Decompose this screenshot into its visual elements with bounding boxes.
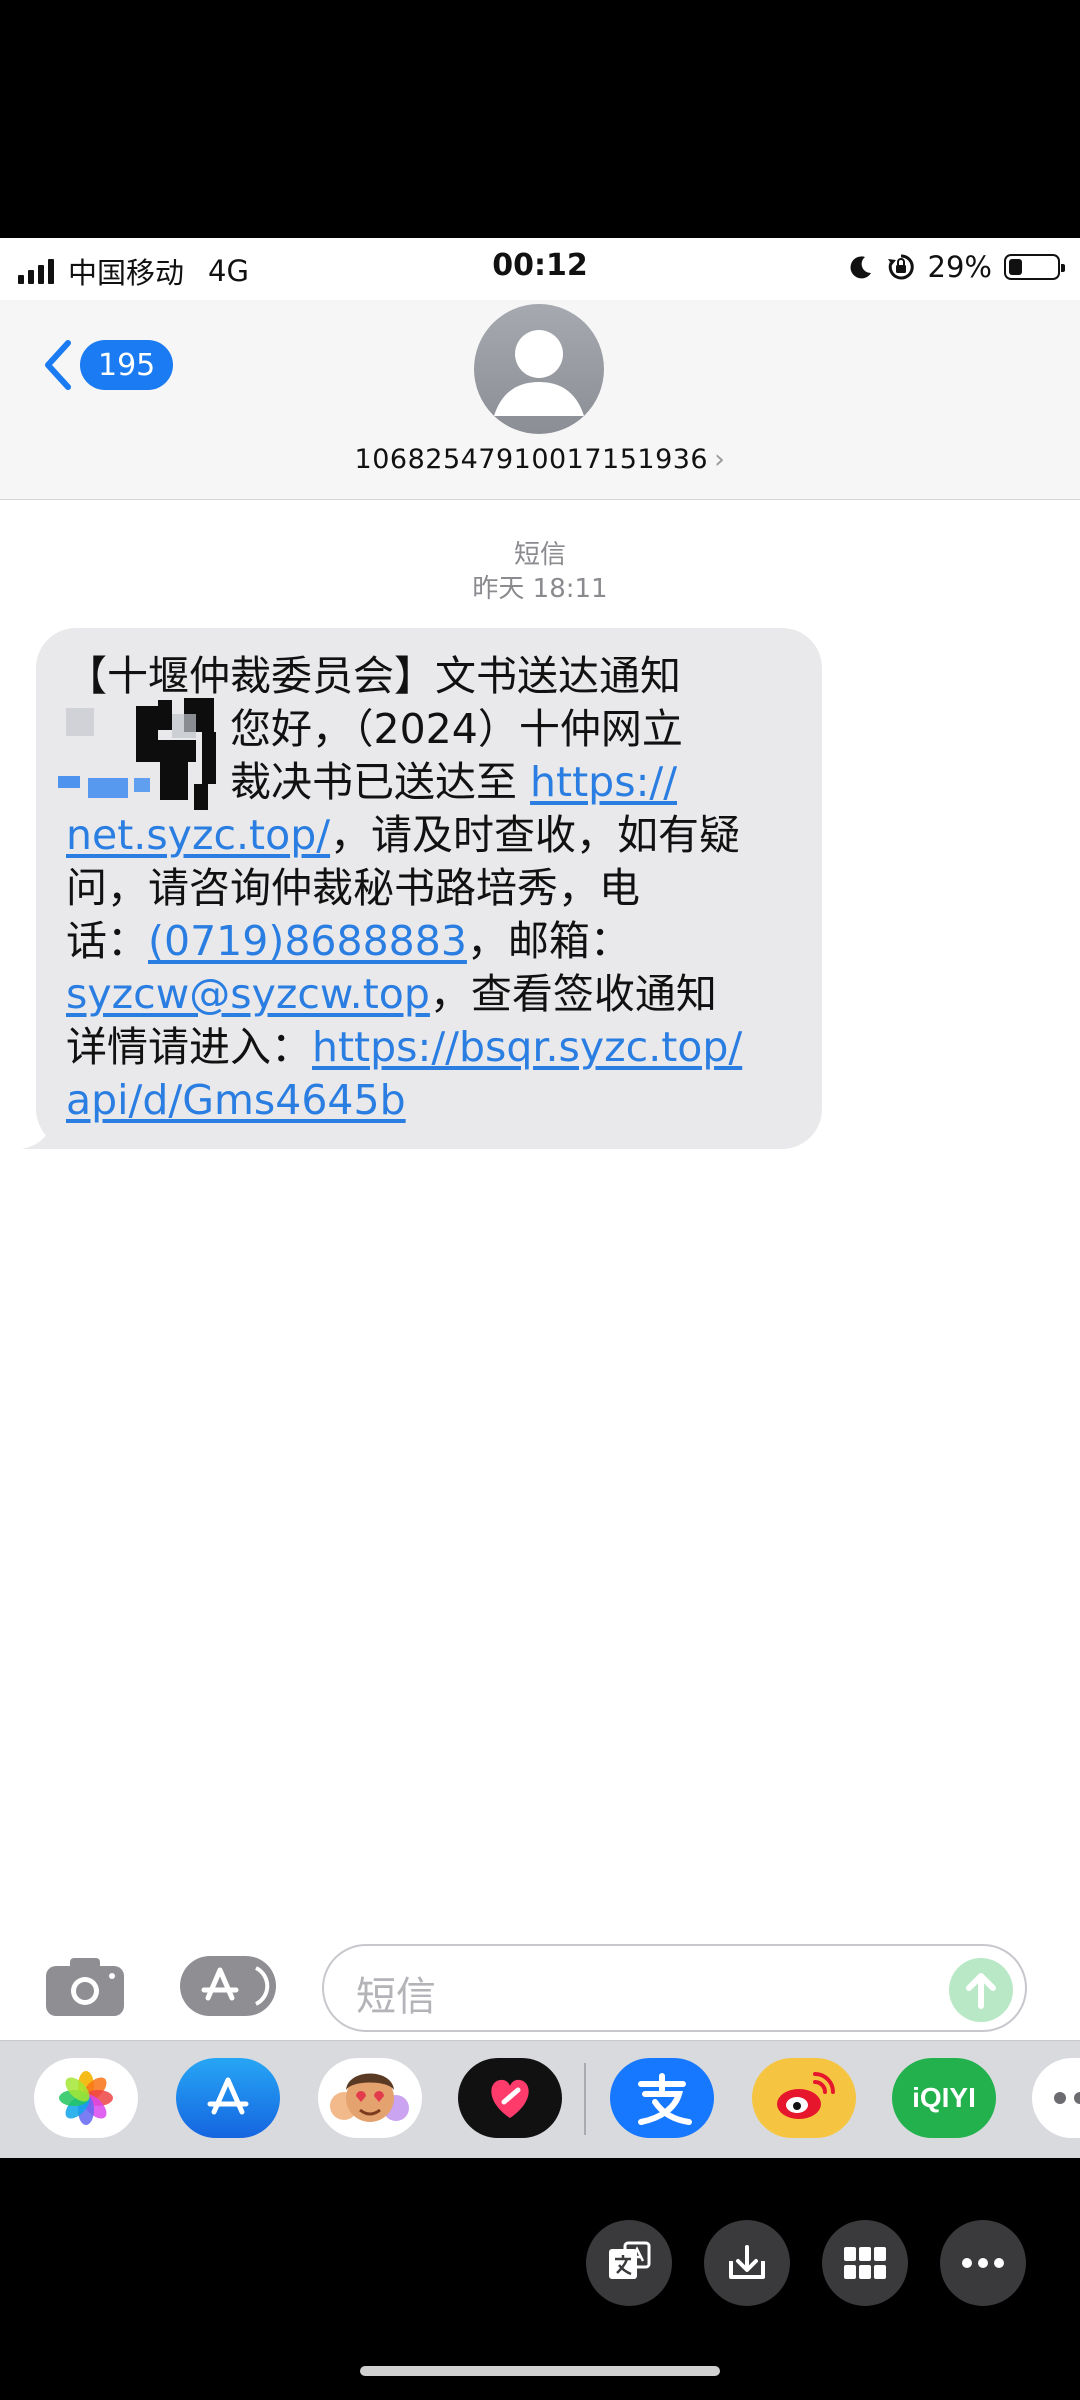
app-store-icon (207, 2077, 249, 2115)
iqiyi-logo: iQIYI (912, 2082, 976, 2113)
message-text: ，查看签收通知 (429, 970, 717, 1018)
chevron-left-icon (45, 340, 71, 390)
arrow-up-icon (966, 1973, 996, 2009)
weibo-icon (777, 2072, 835, 2119)
iqiyi-app[interactable]: iQIYI (892, 2058, 996, 2138)
message-text: 裁决书已送达至 (230, 758, 531, 806)
download-button[interactable] (704, 2220, 790, 2306)
digital-touch-app[interactable] (458, 2058, 562, 2138)
message-text: ，邮箱： (466, 917, 631, 965)
drawer-divider (584, 2063, 586, 2135)
compose-bar: 短信 (0, 1938, 1080, 2048)
conversation-header: 195 10682547910017151936 › (0, 300, 1080, 500)
top-black-area (0, 0, 1080, 238)
grid-icon (844, 2247, 886, 2279)
camera-icon (46, 1958, 124, 2016)
status-bar: 中国移动 4G 00:12 29% (0, 238, 1080, 300)
chevron-right-icon: › (714, 444, 726, 475)
alipay-app[interactable] (610, 2058, 714, 2138)
message-line-7: syzcw@syzcw.top，查看签收通知 (66, 968, 792, 1021)
battery-icon (1004, 254, 1065, 280)
weibo-app[interactable] (752, 2058, 856, 2138)
app-store-icon (201, 1966, 270, 2006)
message-timestamp: 昨天 18:11 (472, 574, 608, 604)
app-drawer: iQIYI (0, 2040, 1080, 2158)
more-icon (1054, 2092, 1080, 2104)
message-link[interactable]: net.syzc.top/ (66, 811, 330, 859)
app-store-app[interactable] (176, 2058, 280, 2138)
digital-touch-icon (491, 2079, 529, 2118)
apps-button[interactable] (180, 1956, 276, 2016)
message-text: 详情请进入： (66, 1023, 312, 1071)
message-line-6: 话：(0719)8688883，邮箱： (66, 915, 792, 968)
avatar[interactable] (474, 304, 604, 434)
message-input[interactable]: 短信 (322, 1944, 1027, 2032)
translate-button[interactable] (586, 2220, 672, 2306)
ellipsis-icon (962, 2258, 1004, 2268)
message-link[interactable]: api/d/Gms4645b (66, 1076, 406, 1124)
translate-icon (609, 2241, 651, 2279)
message-line-9: api/d/Gms4645b (66, 1074, 792, 1127)
message-bubble[interactable]: 【十堰仲裁委员会】文书送达通知 您好，（2024）十仲网立 裁决书已送达至 ht… (22, 628, 822, 1149)
message-line-8: 详情请进入：https://bsqr.syzc.top/ (66, 1021, 792, 1074)
phone-screen: 中国移动 4G 00:12 29% 195 106825479100171519… (0, 238, 1080, 2158)
rotation-lock-icon (887, 254, 914, 280)
message-text: 话： (66, 917, 148, 965)
download-icon (729, 2245, 765, 2279)
email-link[interactable]: syzcw@syzcw.top (66, 970, 430, 1018)
photos-icon (59, 2071, 113, 2125)
contact-number-text: 10682547910017151936 (354, 444, 709, 475)
grid-button[interactable] (822, 2220, 908, 2306)
camera-button[interactable] (46, 1956, 124, 2016)
phone-link[interactable]: (0719)8688883 (148, 917, 467, 965)
photos-app[interactable] (34, 2058, 138, 2138)
contact-number[interactable]: 10682547910017151936 › (0, 444, 1080, 475)
home-indicator[interactable] (360, 2366, 720, 2376)
message-line-1: 【十堰仲裁委员会】文书送达通知 (66, 652, 681, 700)
more-options-button[interactable] (940, 2220, 1026, 2306)
memoji-icon (330, 2073, 409, 2122)
message-link[interactable]: https:// (530, 758, 677, 806)
person-icon (494, 330, 584, 416)
message-input-placeholder: 短信 (356, 1974, 436, 2020)
message-link[interactable]: https://bsqr.syzc.top/ (312, 1023, 742, 1071)
memoji-app[interactable] (318, 2058, 422, 2138)
alipay-icon (638, 2073, 692, 2125)
service-label: 短信 (513, 540, 566, 570)
message-line-4: net.syzc.top/，请及时查收，如有疑 (66, 809, 792, 862)
message-line-5: 问，请咨询仲裁秘书路培秀，电 (66, 864, 640, 912)
battery-percent: 29% (927, 250, 992, 284)
bottom-black-area (0, 2158, 1080, 2400)
send-button[interactable] (949, 1958, 1013, 2022)
moon-icon (850, 256, 871, 279)
back-button[interactable]: 195 (40, 338, 174, 392)
message-text: ，请及时查收，如有疑 (330, 811, 741, 859)
more-apps[interactable] (1032, 2058, 1080, 2138)
unread-count-badge: 195 (80, 340, 174, 390)
